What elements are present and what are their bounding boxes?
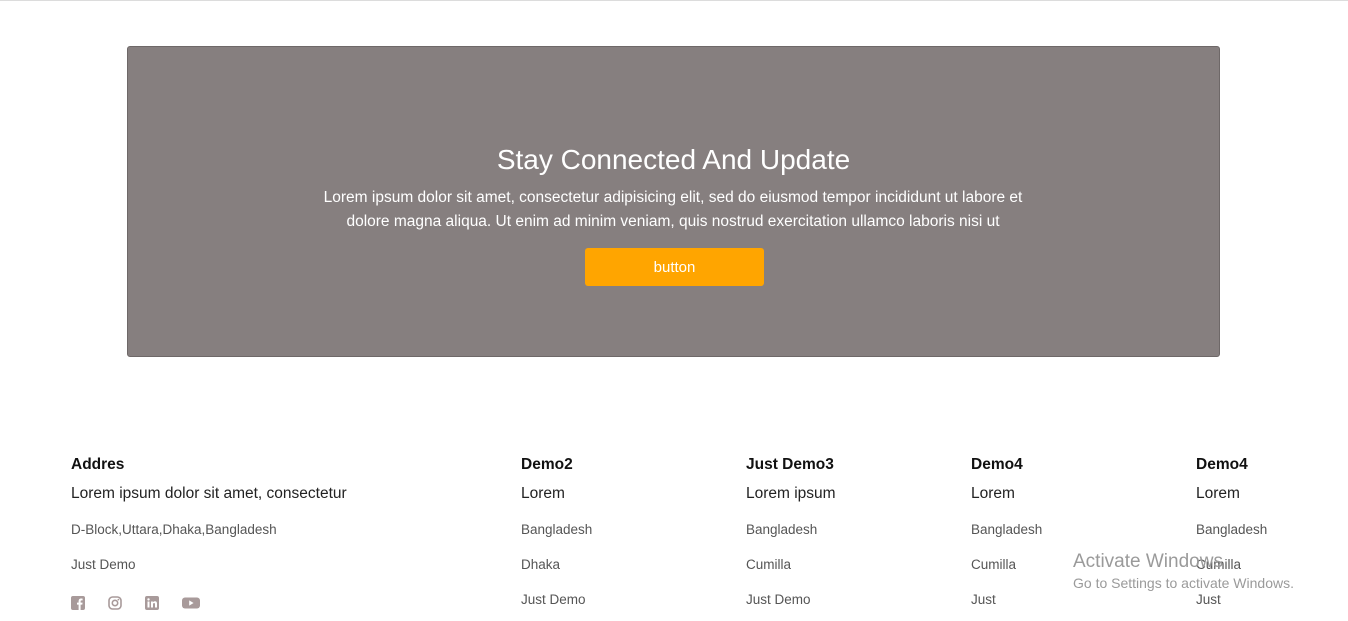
footer-link[interactable]: Bangladesh	[521, 520, 592, 540]
column-title: Demo2	[521, 456, 573, 473]
footer-column-address: Addres Lorem ipsum dolor sit amet, conse…	[71, 455, 347, 575]
banner-description: Lorem ipsum dolor sit amet, consectetur …	[323, 189, 1023, 230]
activate-windows-watermark: Activate Windows Go to Settings to activ…	[1073, 551, 1294, 592]
banner-title: Stay Connected And Update	[496, 144, 851, 175]
column-title: Addres	[71, 456, 125, 473]
column-title: Demo4	[1196, 456, 1248, 473]
instagram-icon[interactable]	[108, 596, 124, 612]
footer-link[interactable]: Dhaka	[521, 555, 592, 575]
footer-link[interactable]: Bangladesh	[971, 520, 1042, 540]
footer-link[interactable]: Bangladesh	[746, 520, 836, 540]
footer-column-demo4: Demo4 Lorem Bangladesh Cumilla Just	[971, 455, 1042, 610]
footer-link[interactable]: Just	[1196, 590, 1267, 610]
column-lead: Lorem ipsum	[746, 485, 836, 502]
column-title: Just Demo3	[746, 456, 834, 473]
youtube-icon[interactable]	[182, 596, 200, 612]
column-lead: Lorem	[1196, 485, 1240, 502]
footer-column-demo2: Demo2 Lorem Bangladesh Dhaka Just Demo	[521, 455, 592, 610]
footer-column-demo3: Just Demo3 Lorem ipsum Bangladesh Cumill…	[746, 455, 836, 610]
footer-link[interactable]: Bangladesh	[1196, 520, 1267, 540]
address-line: D-Block,Uttara,Dhaka,Bangladesh	[71, 522, 277, 537]
footer-link[interactable]: Just Demo	[746, 590, 836, 610]
footer-link[interactable]: Cumilla	[746, 555, 836, 575]
social-links	[71, 596, 219, 612]
footer-link[interactable]: Just Demo	[521, 590, 592, 610]
watermark-subtitle: Go to Settings to activate Windows.	[1073, 575, 1294, 591]
facebook-icon[interactable]	[71, 596, 87, 612]
column-lead: Lorem	[971, 485, 1015, 502]
column-lead: Lorem	[521, 485, 565, 502]
footer-link[interactable]: Cumilla	[971, 555, 1042, 575]
column-lead: Lorem ipsum dolor sit amet, consectetur	[71, 485, 347, 502]
linkedin-icon[interactable]	[145, 596, 161, 612]
address-extra: Just Demo	[71, 557, 136, 572]
column-title: Demo4	[971, 456, 1023, 473]
footer-link[interactable]: Just	[971, 590, 1042, 610]
top-divider	[0, 0, 1348, 1]
newsletter-banner: Stay Connected And Update Lorem ipsum do…	[127, 46, 1220, 357]
banner-button[interactable]: button	[585, 248, 764, 286]
watermark-title: Activate Windows	[1073, 551, 1223, 572]
